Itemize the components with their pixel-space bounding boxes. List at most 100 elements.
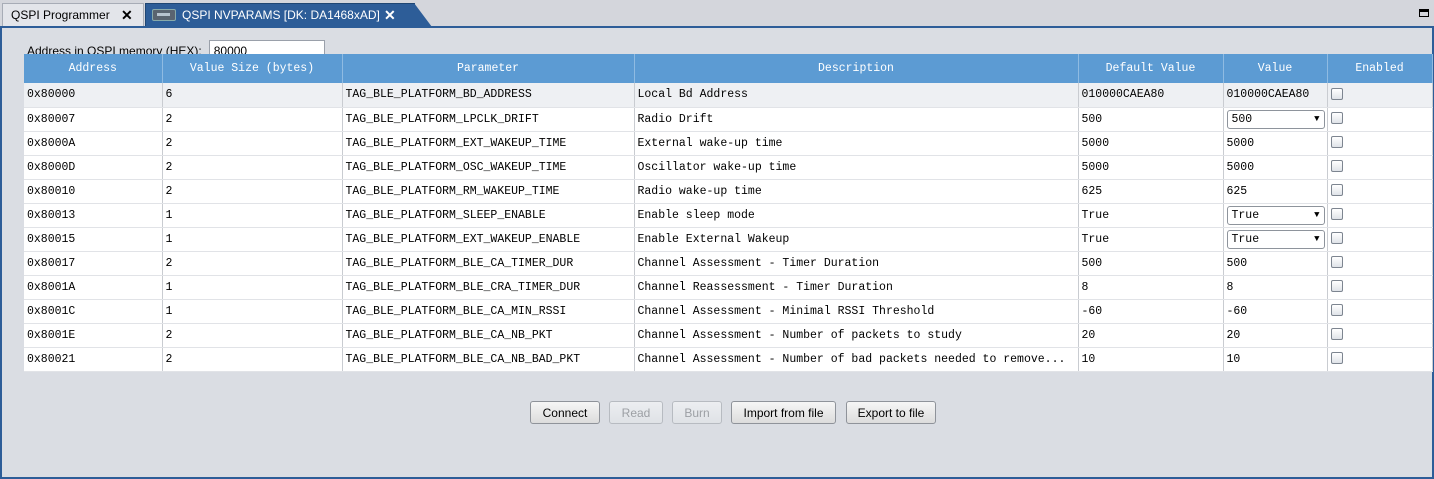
table-row[interactable]: 0x80007 2 TAG_BLE_PLATFORM_LPCLK_DRIFT Radi… [24,107,1433,132]
value-dropdown[interactable]: 500 ▼ [1226,109,1325,129]
cell-value-size[interactable]: 2 [162,155,343,180]
table-row[interactable]: 0x80013 1 TAG_BLE_PLATFORM_SLEEP_ENABLE Ena… [24,203,1433,228]
cell-address[interactable]: 0x8001A [24,275,163,300]
table-row[interactable]: 0x8000A 2 TAG_BLE_PLATFORM_EXT_WAKEUP_TIME… [24,131,1433,156]
column-header-default-value[interactable]: Default Value [1078,54,1224,83]
cell-parameter[interactable]: TAG_BLE_PLATFORM_EXT_WAKEUP_TIME [342,131,635,156]
column-header-address[interactable]: Address [24,54,163,83]
cell-enabled[interactable] [1327,155,1433,180]
cell-description[interactable]: Channel Reassessment - Timer Duration [634,275,1079,300]
enabled-checkbox[interactable] [1330,88,1343,101]
cell-enabled[interactable] [1327,203,1433,228]
cell-enabled[interactable] [1327,83,1433,108]
cell-value[interactable]: 8 [1223,275,1328,300]
enabled-checkbox[interactable] [1330,208,1343,221]
connect-button[interactable]: Connect [530,401,600,424]
cell-value[interactable]: -60 [1223,299,1328,324]
cell-parameter[interactable]: TAG_BLE_PLATFORM_BD_ADDRESS [342,83,635,108]
table-row[interactable]: 0x80021 2 TAG_BLE_PLATFORM_BLE_CA_NB_BAD_P… [24,347,1433,372]
cell-enabled[interactable] [1327,131,1433,156]
cell-enabled[interactable] [1327,227,1433,252]
cell-description[interactable]: Oscillator wake-up time [634,155,1079,180]
table-row[interactable]: 0x80000 6 TAG_BLE_PLATFORM_BD_ADDRESS Local… [24,83,1433,108]
cell-description[interactable]: External wake-up time [634,131,1079,156]
cell-default-value[interactable]: 10 [1078,347,1224,372]
cell-description[interactable]: Radio wake-up time [634,179,1079,204]
close-icon[interactable]: ✕ [384,8,396,22]
cell-description[interactable]: Enable External Wakeup [634,227,1079,252]
enabled-checkbox[interactable] [1330,352,1343,365]
cell-value-size[interactable]: 2 [162,323,343,348]
cell-default-value[interactable]: True [1078,203,1224,228]
value-dropdown[interactable]: True ▼ [1226,229,1325,249]
cell-default-value[interactable]: 500 [1078,107,1224,132]
maximize-icon[interactable] [1419,9,1429,17]
cell-value[interactable]: 010000CAEA80 [1223,83,1328,108]
cell-default-value[interactable]: -60 [1078,299,1224,324]
cell-value[interactable]: True ▼ [1223,203,1328,228]
cell-address[interactable]: 0x80015 [24,227,163,252]
table-row[interactable]: 0x80010 2 TAG_BLE_PLATFORM_RM_WAKEUP_TIME R… [24,179,1433,204]
cell-value[interactable]: 5000 [1223,131,1328,156]
table-row[interactable]: 0x8000D 2 TAG_BLE_PLATFORM_OSC_WAKEUP_TIME… [24,155,1433,180]
tab-qspi-programmer[interactable]: QSPI Programmer ✕ [2,3,144,26]
cell-value[interactable]: 10 [1223,347,1328,372]
cell-default-value[interactable]: 010000CAEA80 [1078,83,1224,108]
cell-address[interactable]: 0x8000A [24,131,163,156]
cell-description[interactable]: Enable sleep mode [634,203,1079,228]
cell-parameter[interactable]: TAG_BLE_PLATFORM_BLE_CA_TIMER_DUR [342,251,635,276]
tab-qspi-nvparams[interactable]: QSPI NVPARAMS [DK: DA1468xAD] ✕ [145,3,432,27]
cell-default-value[interactable]: 625 [1078,179,1224,204]
cell-default-value[interactable]: 500 [1078,251,1224,276]
cell-value-size[interactable]: 2 [162,179,343,204]
table-row[interactable]: 0x80017 2 TAG_BLE_PLATFORM_BLE_CA_TIMER_DU… [24,251,1433,276]
cell-enabled[interactable] [1327,275,1433,300]
cell-default-value[interactable]: True [1078,227,1224,252]
table-row[interactable]: 0x8001C 1 TAG_BLE_PLATFORM_BLE_CA_MIN_RSSI… [24,299,1433,324]
export-to-file-button[interactable]: Export to file [846,401,936,424]
cell-value-size[interactable]: 2 [162,107,343,132]
cell-default-value[interactable]: 20 [1078,323,1224,348]
cell-value[interactable]: 20 [1223,323,1328,348]
cell-description[interactable]: Channel Assessment - Timer Duration [634,251,1079,276]
cell-enabled[interactable] [1327,323,1433,348]
cell-parameter[interactable]: TAG_BLE_PLATFORM_BLE_CA_NB_BAD_PKT [342,347,635,372]
table-row[interactable]: 0x8001E 2 TAG_BLE_PLATFORM_BLE_CA_NB_PKT Ch… [24,323,1433,348]
cell-description[interactable]: Radio Drift [634,107,1079,132]
cell-parameter[interactable]: TAG_BLE_PLATFORM_BLE_CRA_TIMER_DUR [342,275,635,300]
import-from-file-button[interactable]: Import from file [731,401,836,424]
enabled-checkbox[interactable] [1330,136,1343,149]
cell-enabled[interactable] [1327,347,1433,372]
cell-address[interactable]: 0x80000 [24,83,163,108]
cell-value-size[interactable]: 2 [162,347,343,372]
cell-enabled[interactable] [1327,179,1433,204]
enabled-checkbox[interactable] [1330,328,1343,341]
enabled-checkbox[interactable] [1330,232,1343,245]
value-dropdown[interactable]: True ▼ [1226,205,1325,225]
enabled-checkbox[interactable] [1330,304,1343,317]
column-header-value-size[interactable]: Value Size (bytes) [162,54,343,83]
cell-value[interactable]: 625 [1223,179,1328,204]
table-row[interactable]: 0x80015 1 TAG_BLE_PLATFORM_EXT_WAKEUP_ENAB… [24,227,1433,252]
cell-address[interactable]: 0x80010 [24,179,163,204]
table-row[interactable]: 0x8001A 1 TAG_BLE_PLATFORM_BLE_CRA_TIMER_D… [24,275,1433,300]
read-button[interactable]: Read [609,401,663,424]
cell-parameter[interactable]: TAG_BLE_PLATFORM_BLE_CA_NB_PKT [342,323,635,348]
cell-value[interactable]: 5000 [1223,155,1328,180]
cell-value[interactable]: 500 ▼ [1223,107,1328,132]
enabled-checkbox[interactable] [1330,256,1343,269]
column-header-value[interactable]: Value [1223,54,1328,83]
cell-value-size[interactable]: 2 [162,131,343,156]
cell-value-size[interactable]: 1 [162,227,343,252]
cell-value[interactable]: 500 [1223,251,1328,276]
cell-address[interactable]: 0x80017 [24,251,163,276]
cell-enabled[interactable] [1327,251,1433,276]
enabled-checkbox[interactable] [1330,184,1343,197]
cell-value-size[interactable]: 1 [162,299,343,324]
cell-value[interactable]: True ▼ [1223,227,1328,252]
cell-address[interactable]: 0x8000D [24,155,163,180]
cell-description[interactable]: Channel Assessment - Minimal RSSI Thresh… [634,299,1079,324]
cell-description[interactable]: Channel Assessment - Number of packets t… [634,323,1079,348]
cell-address[interactable]: 0x80007 [24,107,163,132]
cell-value-size[interactable]: 1 [162,275,343,300]
